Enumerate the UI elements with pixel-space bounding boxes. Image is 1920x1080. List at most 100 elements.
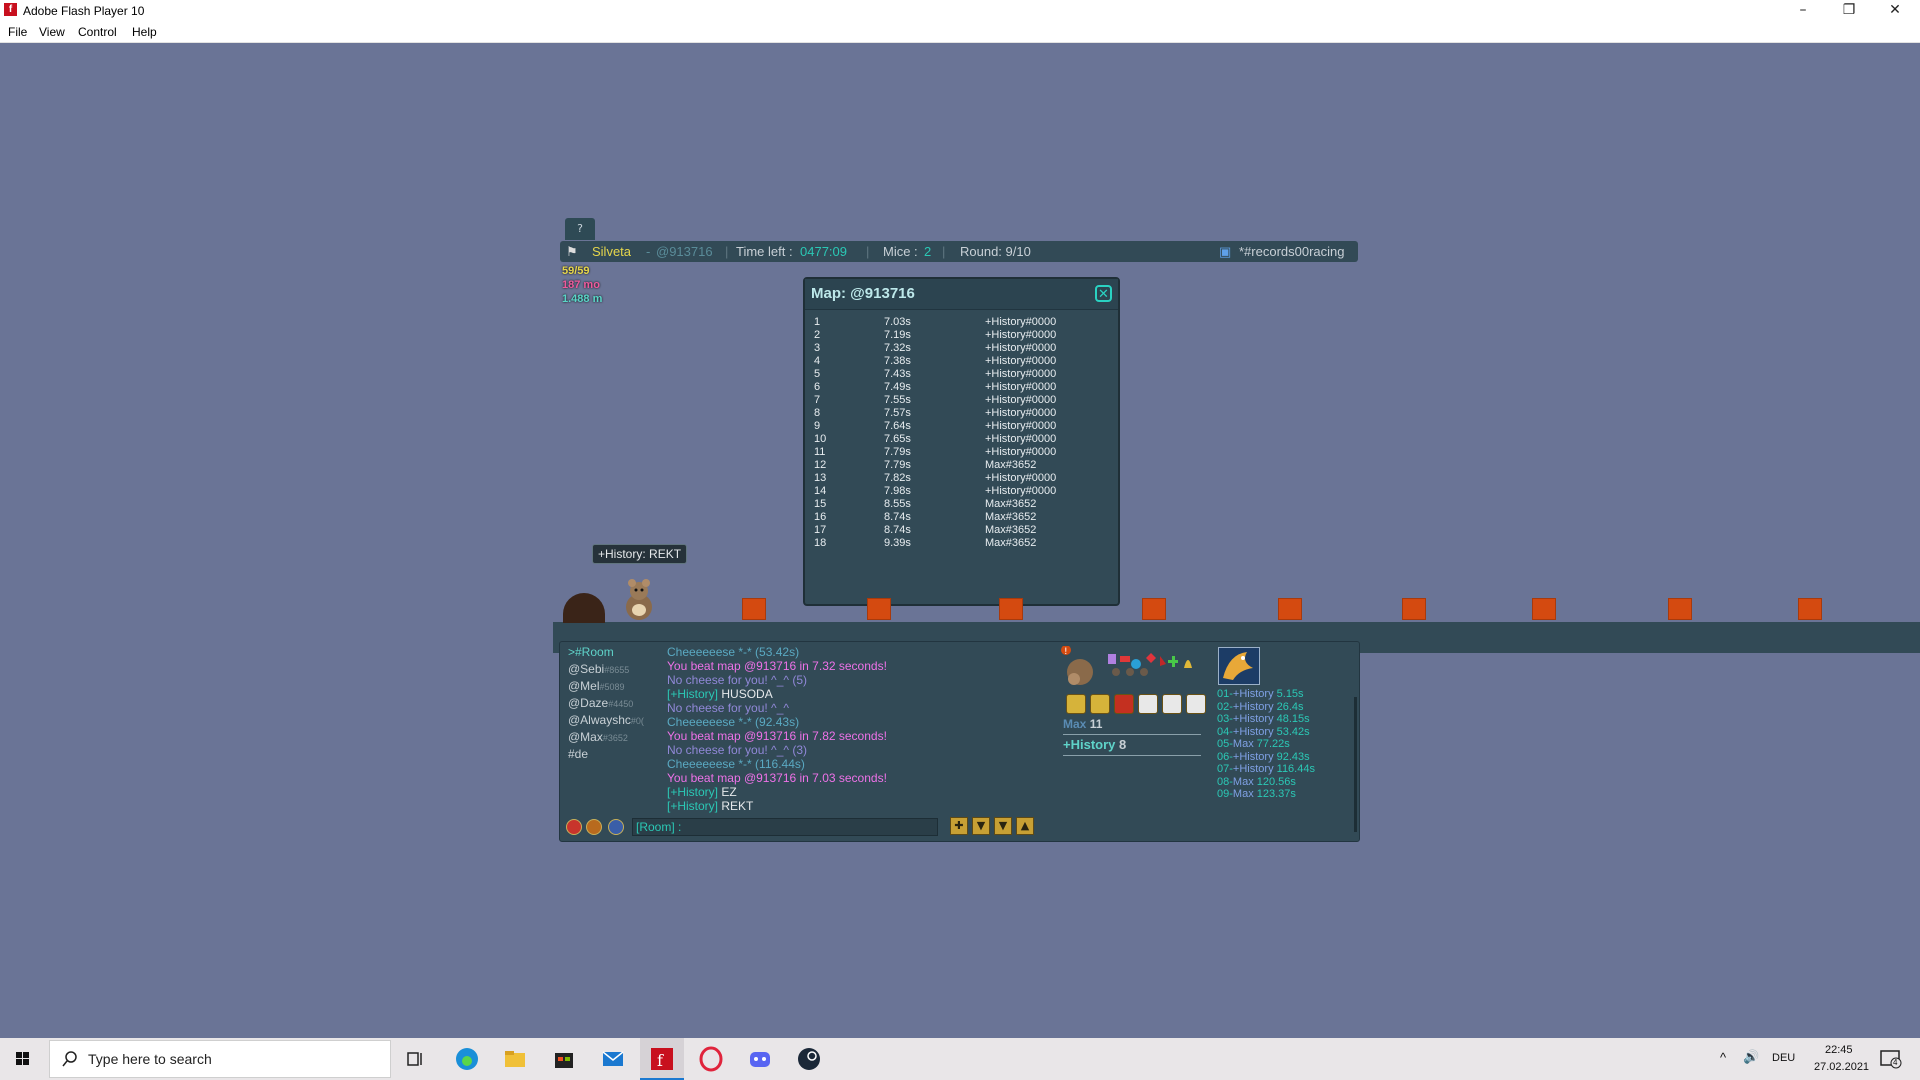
menu-control[interactable]: Control — [78, 25, 117, 39]
record-rank: 11 — [814, 446, 826, 458]
record-name: +History#0000 — [985, 368, 1057, 380]
hud-separator: | — [942, 244, 946, 259]
fullscreen-icon[interactable] — [1186, 694, 1206, 714]
orange-block — [1798, 598, 1822, 620]
shaman-avatar-icon[interactable] — [1218, 647, 1260, 685]
channel-name: @Daze — [568, 696, 609, 710]
opera-gx-icon[interactable] — [696, 1044, 726, 1074]
scoreboard-scrollbar[interactable] — [1354, 697, 1357, 832]
expand-arrow-icon[interactable]: ✚ — [950, 817, 968, 835]
scoreboard-name: +History — [1232, 750, 1274, 763]
close-icon[interactable]: ✕ — [1095, 285, 1112, 302]
search-icon — [62, 1051, 77, 1067]
close-button[interactable]: ✕ — [1872, 0, 1918, 22]
scoreboard-row: 06-+History 92.43s — [1217, 750, 1310, 763]
record-rank: 4 — [814, 355, 821, 367]
channel-room[interactable]: >#Room — [568, 645, 614, 659]
record-name: +History#0000 — [985, 329, 1057, 341]
map-records-window: Map: @913716 ✕ 1 7.03s +History#0000 2 7.19s… — [803, 277, 1120, 606]
ranking-divider — [1063, 734, 1201, 735]
record-time: 7.55s — [884, 394, 911, 406]
channel-whisper[interactable]: @Max#3652 — [568, 730, 628, 744]
chat-tag[interactable]: [+History] — [667, 785, 718, 799]
channel-name: #de — [568, 747, 589, 761]
record-rank: 18 — [814, 537, 827, 549]
shop-icon[interactable] — [1066, 694, 1086, 714]
record-rank: 12 — [814, 459, 827, 471]
record-name: +History#0000 — [985, 316, 1057, 328]
steam-icon[interactable] — [794, 1044, 824, 1074]
help-tab-button[interactable]: ? — [565, 218, 595, 240]
language-indicator[interactable]: DEU — [1772, 1052, 1795, 1064]
stat-distance-m: 1.488 m — [562, 293, 603, 305]
arrow-down-green-icon[interactable]: ▼ — [994, 817, 1012, 835]
shield-icon[interactable] — [586, 819, 602, 835]
clock-time[interactable]: 22:45 — [1825, 1044, 1853, 1056]
hud-room-name[interactable]: *#records00racing — [1239, 244, 1345, 259]
chat-bubble-icon[interactable] — [1138, 694, 1158, 714]
menu-view[interactable]: View — [39, 25, 65, 39]
scoreboard-name: +History — [1232, 763, 1274, 775]
hud-dash: - — [646, 244, 651, 259]
edge-browser-icon[interactable] — [452, 1044, 482, 1074]
mail-icon[interactable] — [598, 1044, 628, 1074]
chat-message: [+History] REKT — [667, 799, 957, 813]
record-rank: 17 — [814, 524, 827, 536]
record-rank: 16 — [814, 511, 827, 523]
store-icon[interactable] — [549, 1044, 579, 1074]
scoreboard-name: Max — [1232, 788, 1254, 800]
notifications-icon[interactable] — [1880, 1049, 1902, 1069]
flash-player-icon: f — [651, 1048, 673, 1070]
restore-button[interactable]: ❐ — [1826, 0, 1872, 22]
channel-whisper[interactable]: @Alwayshc#0( — [568, 713, 644, 727]
file-explorer-icon[interactable] — [500, 1044, 530, 1074]
channel-de[interactable]: #de — [568, 747, 588, 761]
record-rank: 6 — [814, 381, 821, 393]
menu-help[interactable]: Help — [132, 25, 157, 39]
tray-chevron-icon[interactable]: ^ — [1720, 1050, 1726, 1065]
record-rank: 14 — [814, 485, 827, 497]
discord-icon[interactable] — [1162, 694, 1182, 714]
taskbar-search-input[interactable]: Type here to search — [49, 1040, 391, 1078]
ranking-score: 11 — [1089, 717, 1103, 731]
channel-whisper[interactable]: @Sebi#8655 — [568, 662, 629, 676]
task-view-icon[interactable] — [400, 1044, 430, 1074]
record-name: Max#3652 — [985, 537, 1037, 549]
ranking-name: +History — [1063, 737, 1116, 752]
chat-tag[interactable]: [+History] — [667, 799, 718, 813]
hud-map-code[interactable]: @913716 — [656, 244, 713, 259]
record-time: 7.32s — [884, 342, 911, 354]
channel-whisper[interactable]: @Daze#4450 — [568, 696, 633, 710]
orange-block — [999, 598, 1023, 620]
record-name: +History#0000 — [985, 394, 1057, 406]
clock-date[interactable]: 27.02.2021 — [1814, 1061, 1869, 1073]
taskbar-active-app[interactable]: f — [640, 1038, 684, 1080]
channel-whisper[interactable]: @Mel#5089 — [568, 679, 625, 693]
record-name: +History#0000 — [985, 472, 1057, 484]
menu-file[interactable]: File — [8, 25, 27, 39]
scoreboard-row: 07-+History 116.44s — [1217, 763, 1315, 775]
arrow-up-icon[interactable]: ▲ — [1016, 817, 1034, 835]
arrow-down-icon[interactable]: ▼ — [972, 817, 990, 835]
chat-tag[interactable]: [+History] — [667, 687, 718, 701]
record-time: 7.57s — [884, 407, 911, 419]
crown-icon[interactable] — [608, 819, 624, 835]
record-rank: 10 — [814, 433, 827, 445]
channel-tag: #5089 — [599, 682, 625, 692]
hud-separator: | — [725, 244, 729, 259]
hud-time-value: 0477:09 — [800, 244, 847, 259]
inventory-items-icon[interactable] — [1106, 650, 1206, 678]
windows-start-icon[interactable] — [0, 1038, 46, 1080]
volume-icon[interactable]: 🔊 — [1743, 1049, 1759, 1065]
scoreboard-name: Max — [1232, 775, 1254, 788]
chat-input[interactable]: [Room] : — [632, 818, 938, 836]
chat-message: No cheese for you! ^_^ (5) — [667, 673, 807, 687]
chat-message: You beat map @913716 in 7.03 seconds! — [667, 771, 887, 785]
scoreboard-time: 5.15s — [1276, 688, 1304, 700]
discord-app-icon[interactable] — [745, 1044, 775, 1074]
tribe-icon[interactable] — [1114, 694, 1134, 714]
chat-text: REKT — [721, 799, 754, 813]
minimize-button[interactable]: – — [1780, 0, 1826, 22]
list-icon[interactable] — [1090, 694, 1110, 714]
heart-icon[interactable] — [566, 819, 582, 835]
